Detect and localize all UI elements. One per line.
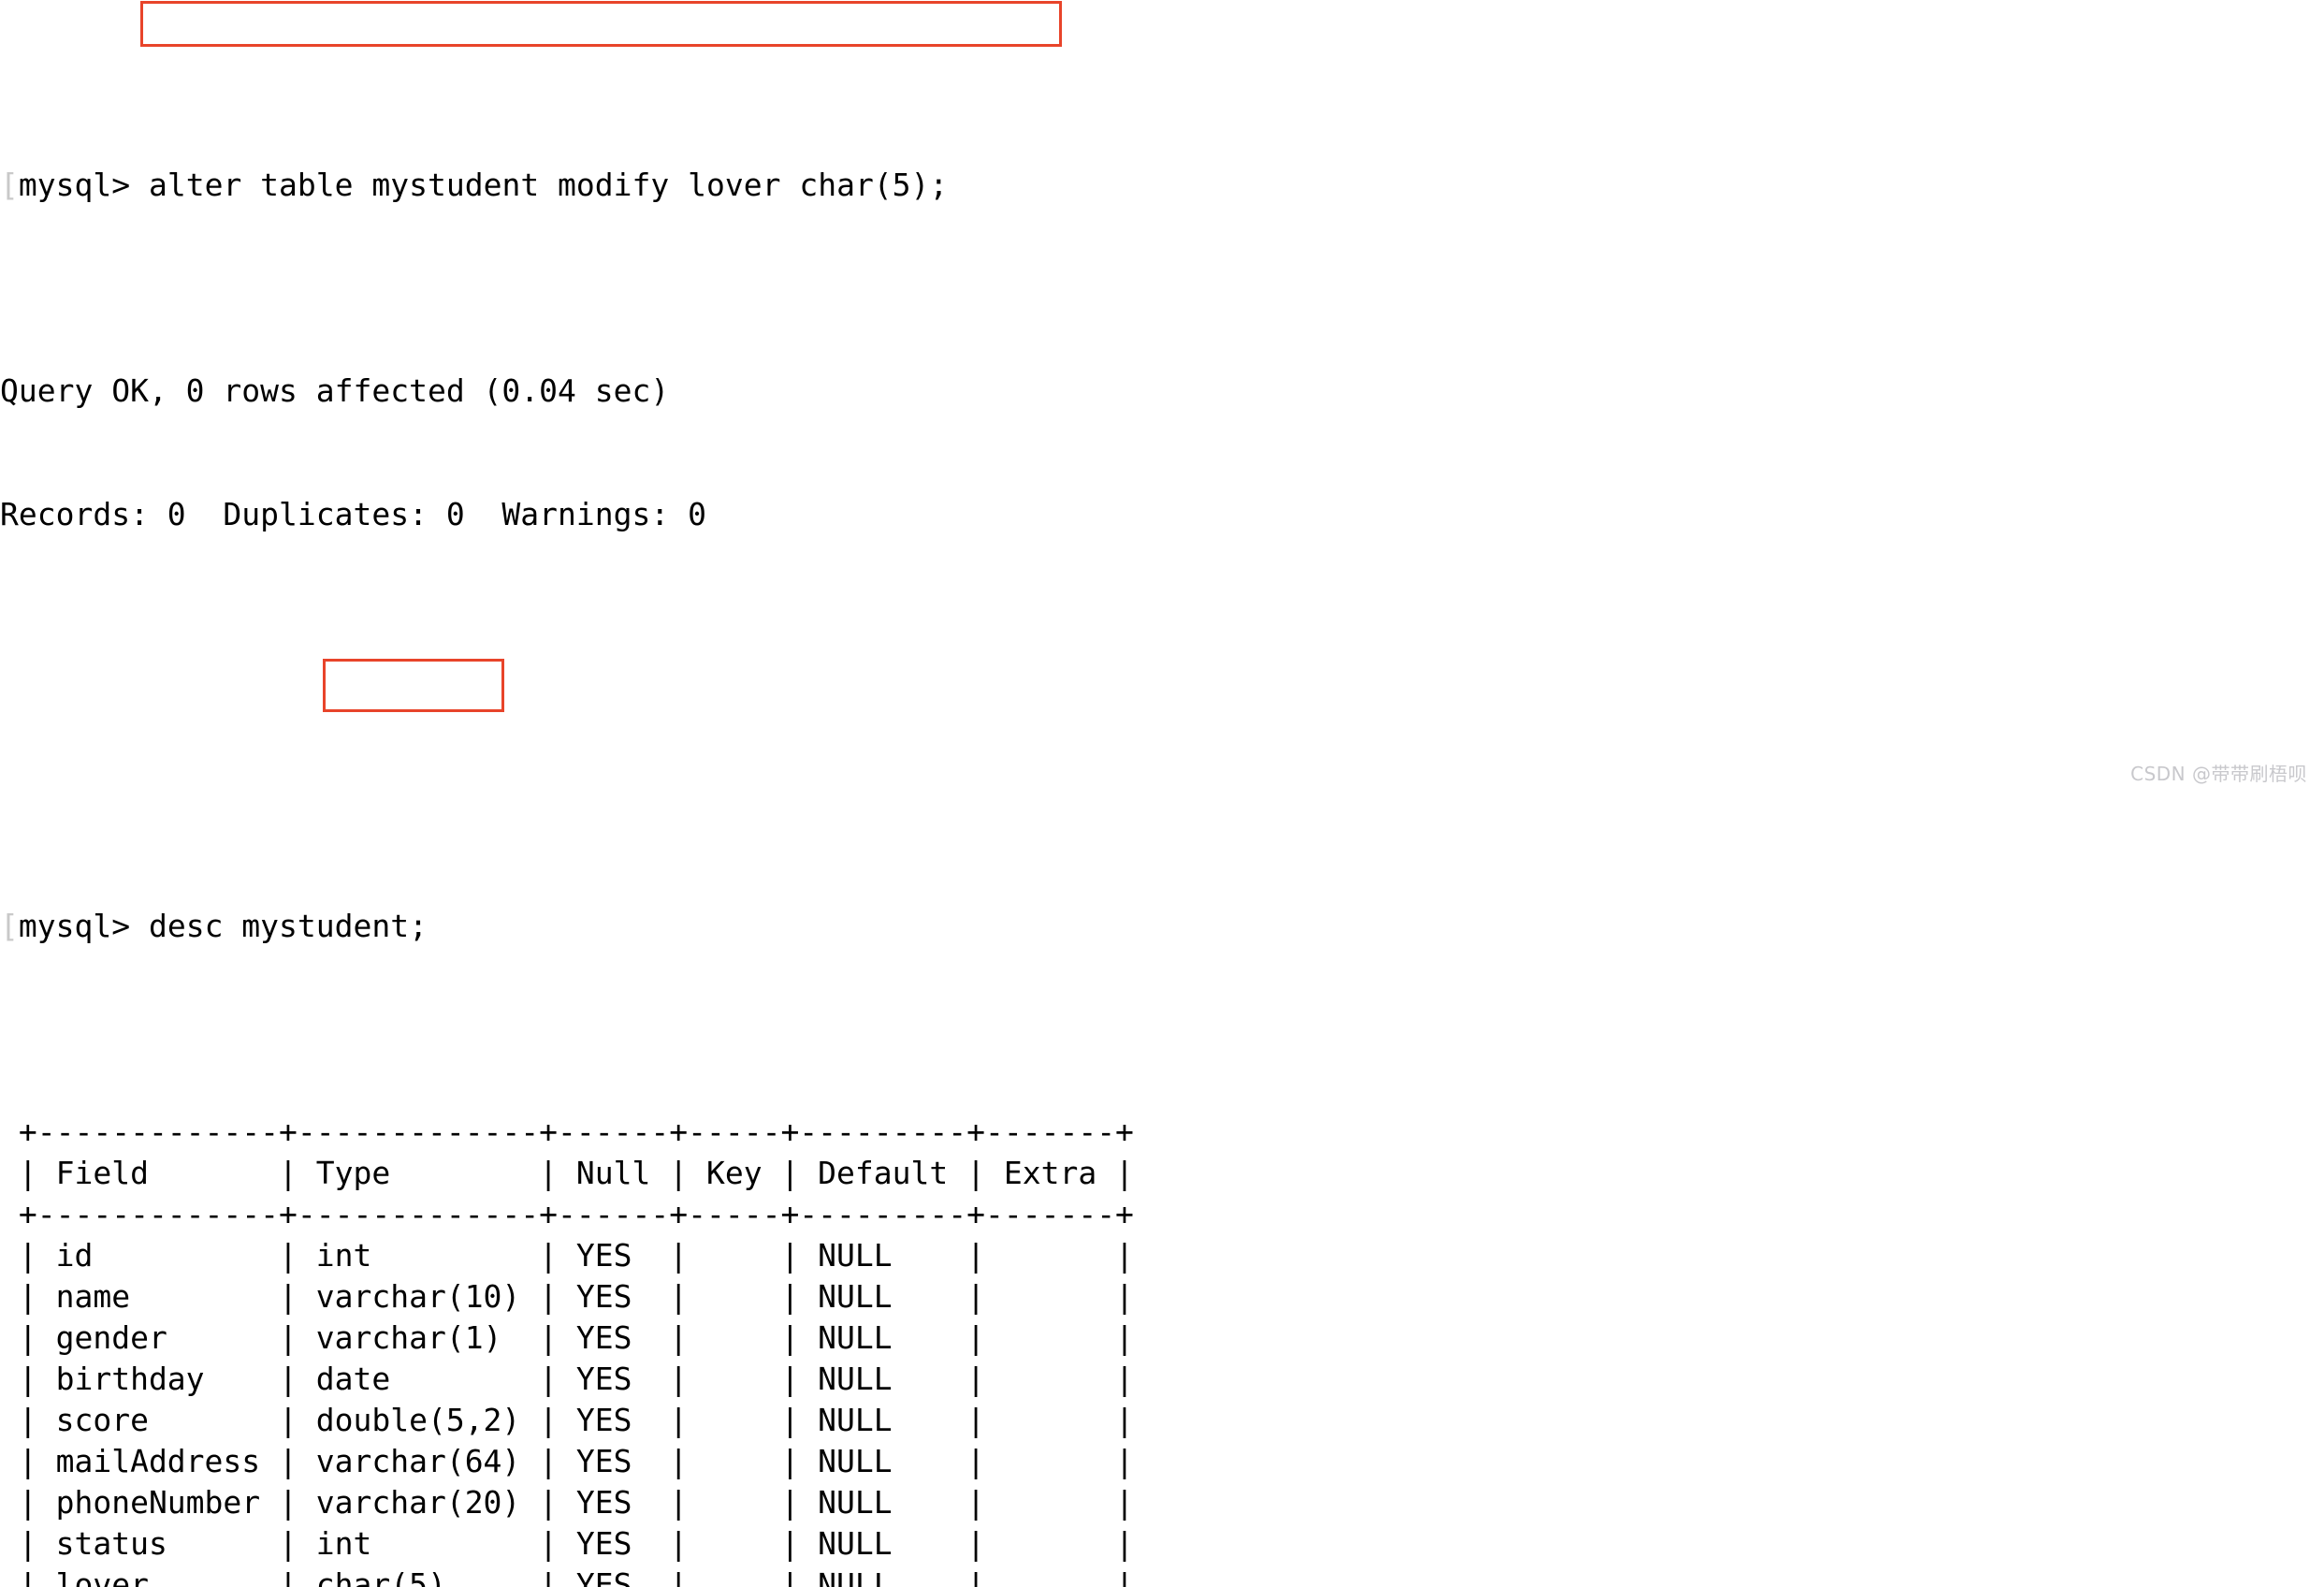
table-row: | id | int | YES | | NULL | |	[0, 1237, 1134, 1274]
command-line-1: [mysql> alter table mystudent modify lov…	[0, 165, 1134, 206]
space-2	[130, 908, 149, 944]
edge-artifact-glyph-2: [	[0, 908, 19, 944]
command-text-2[interactable]: desc mystudent;	[149, 908, 428, 944]
table-row: | status | int | YES | | NULL | |	[0, 1525, 1134, 1562]
table-row: | phoneNumber | varchar(20) | YES | | NU…	[0, 1484, 1134, 1521]
console-output: [mysql> alter table mystudent modify lov…	[0, 0, 1134, 1587]
table-row: | mailAddress | varchar(64) | YES | | NU…	[0, 1443, 1134, 1479]
edge-artifact-glyph: [	[0, 167, 19, 203]
mysql-terminal-window: [mysql> alter table mystudent modify lov…	[0, 0, 2324, 1587]
command-line-2: [mysql> desc mystudent;	[0, 906, 1134, 947]
csdn-watermark: CSDN @带带刷梧呗	[2130, 763, 2307, 785]
query-ok-line: Query OK, 0 rows affected (0.04 sec)	[0, 372, 670, 409]
table-header-row: | Field | Type | Null | Key | Default | …	[0, 1155, 1134, 1191]
prompt-2: mysql>	[18, 908, 131, 944]
prompt-1: mysql>	[18, 167, 131, 203]
table-separator-top: +-------------+-------------+------+----…	[0, 1114, 1134, 1150]
records-duplicates-warnings-line: Records: 0 Duplicates: 0 Warnings: 0	[0, 496, 706, 532]
command-text-1[interactable]: alter table mystudent modify lover char(…	[149, 167, 948, 203]
table-row: | name | varchar(10) | YES | | NULL | |	[0, 1278, 1134, 1315]
table-row: | gender | varchar(1) | YES | | NULL | |	[0, 1319, 1134, 1356]
table-separator-header: +-------------+-------------+------+----…	[0, 1196, 1134, 1232]
desc-result-table: +-------------+-------------+------+----…	[0, 1112, 1134, 1587]
table-row: | lover | char(5) | YES | | NULL | |	[0, 1566, 1134, 1587]
table-row: | birthday | date | YES | | NULL | |	[0, 1361, 1134, 1397]
table-row: | score | double(5,2) | YES | | NULL | |	[0, 1402, 1134, 1438]
